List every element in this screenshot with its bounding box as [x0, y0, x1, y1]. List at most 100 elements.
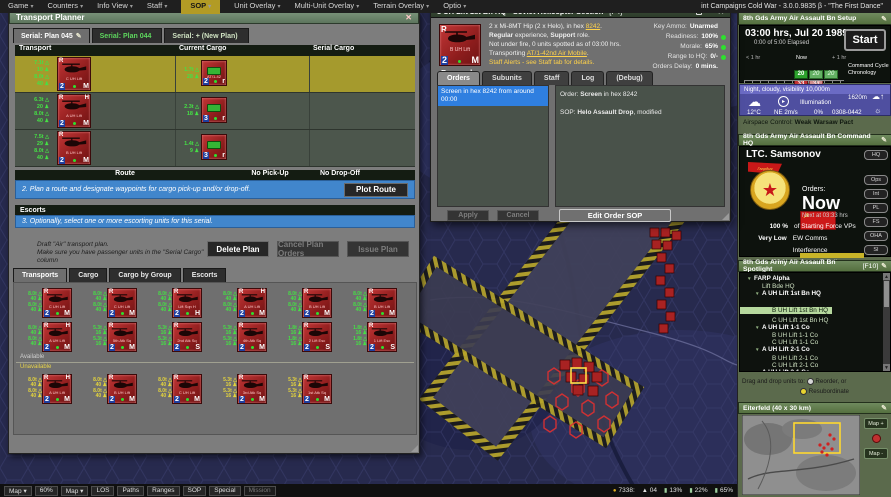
tree-item[interactable]: ▾FARP Alpha	[740, 275, 890, 283]
dialog-tab[interactable]: Subunits	[482, 71, 532, 85]
unit-counter-cell[interactable]: 8.0t △ 40 ♟ 8.0t △ 40 ♟ R C UH Lift 2M	[83, 286, 148, 319]
resize-grip[interactable]	[411, 445, 418, 452]
minimap[interactable]	[742, 415, 860, 495]
recenter-icon[interactable]	[872, 434, 881, 443]
edit-icon[interactable]: ✎	[881, 136, 887, 144]
serial-tab[interactable]: Serial: Plan 044	[92, 28, 163, 43]
table-row[interactable]: 7.1t △ 10 ♟ 8.0t △ 40 ♟ R C UH Lift 2M 1…	[15, 56, 415, 93]
cargo-counter[interactable]: 3r	[201, 97, 227, 123]
plot-route-button[interactable]: Plot Route	[344, 183, 408, 197]
staff-button[interactable]: Int	[864, 189, 888, 199]
dialog-tab[interactable]: Staff	[534, 71, 570, 85]
tree-item[interactable]: C UH Lift 1st Bn HQ	[740, 317, 890, 324]
status-toggle-button[interactable]: Special	[209, 486, 240, 496]
status-toggle-button[interactable]: Map ▾	[4, 486, 32, 496]
status-toggle-button[interactable]: Mission	[244, 486, 276, 496]
unit-counter[interactable]: R B UH Lift 2M	[57, 131, 91, 165]
tree-item[interactable]: C UH Lift 1-1 Co	[740, 339, 890, 346]
pool-tab[interactable]: Cargo by Group	[109, 268, 180, 282]
unit-counter-cell[interactable]: 8.0t △ 40 ♟ 8.0t △ 40 ♟ R C UH Lift 2M	[148, 372, 213, 405]
edit-icon[interactable]: ✎	[881, 262, 887, 270]
staff-button[interactable]: Ops	[864, 175, 888, 185]
unit-counter-cell[interactable]: 8.0t △ 40 ♟ 8.0t △ 40 ♟ RH A UH Lift 2M	[213, 286, 278, 319]
table-row[interactable]: 6.3t △ 20 ♟ 8.0t △ 40 ♟ RH A UH Lift 2M …	[15, 93, 415, 130]
tree-item[interactable]: C UH Lift 2-1 Co	[740, 362, 890, 369]
unit-counter[interactable]: R C UH Lift 2M	[57, 57, 91, 91]
cargo-counter[interactable]: AT/1-42 2r	[201, 60, 227, 86]
menu-item[interactable]: Terrain Overlay ▾	[373, 0, 429, 14]
unit-counter-cell[interactable]: 5.3t △ 16 ♟ 5.3t △ 16 ♟ R 5th Atk Sq 2M	[83, 320, 148, 353]
hq-button[interactable]: HQ	[864, 150, 888, 160]
unit-counter-cell[interactable]: 5.3t △ 16 ♟ 5.3t △ 16 ♟ R 4th Atk Sq 2M	[213, 320, 278, 353]
status-toggle-button[interactable]: SOP	[183, 486, 207, 496]
unit-counter-cell[interactable]: 8.0t △ 40 ♟ 8.0t △ 40 ♟ RH A UH Lift 2M	[18, 320, 83, 353]
close-icon[interactable]: ✕	[405, 13, 412, 22]
menu-item[interactable]: Info View ▾	[97, 0, 133, 14]
hex-link[interactable]: 8242	[586, 23, 600, 30]
tree-item[interactable]: ▾A UH Lift 3-1 Co	[740, 369, 890, 372]
tree-item[interactable]: B UH Lift 1-1 Co	[740, 332, 890, 339]
status-toggle-button[interactable]: Ranges	[147, 486, 179, 496]
staff-button[interactable]: SI	[864, 245, 888, 255]
order-list[interactable]: Screen in hex 8242 from around 00:00	[437, 85, 549, 207]
pool-tab[interactable]: Transports	[13, 268, 67, 282]
edit-icon[interactable]: ✎	[881, 15, 887, 23]
status-toggle-button[interactable]: LOS	[91, 486, 114, 496]
tree-scrollbar[interactable]: ▲ ▼	[883, 273, 890, 371]
tree-item[interactable]: B UH Lift 2-1 Co	[740, 355, 890, 362]
cargo-counter[interactable]: 3r	[201, 134, 227, 160]
unit-counter-cell[interactable]: 5.3t △ 16 ♟ 5.3t △ 16 ♟ R 3rd Atk Sq 2M	[213, 372, 278, 405]
edit-icon[interactable]: ✎	[881, 404, 887, 412]
tree-item[interactable]: ▾A UH Lift 2-1 Co	[740, 346, 890, 354]
pool-tab[interactable]: Cargo	[69, 268, 107, 282]
staff-button[interactable]: PL	[864, 203, 888, 213]
serial-tab[interactable]: Serial: Plan 045✎	[13, 28, 90, 43]
plan-action-button[interactable]: Delete Plan	[207, 241, 269, 257]
apply-button[interactable]: Apply	[447, 210, 489, 221]
dialog-unit-counter[interactable]: R B UH Lift 2M	[439, 24, 481, 66]
weather-panel[interactable]: Night, cloudy, visibility 10,000m ☁ ▸ Il…	[739, 84, 891, 116]
menu-item[interactable]: Counters ▾	[48, 0, 84, 14]
map-zoom-out-button[interactable]: Map -	[864, 448, 888, 459]
order-list-item-selected[interactable]: Screen in hex 8242 from around 00:00	[438, 86, 548, 106]
dialog-tab[interactable]: Orders	[437, 71, 480, 85]
plan-action-button[interactable]: Issue Plan	[347, 241, 409, 257]
plan-action-button[interactable]: Cancel Plan Orders	[277, 241, 339, 257]
unit-counter[interactable]: RH A UH Lift 2M	[57, 94, 91, 128]
unit-counter-cell[interactable]: 8.0t △ 40 ♟ 8.0t △ 40 ♟ RH A UH Lift 2M	[18, 372, 83, 405]
start-button[interactable]: Start	[844, 29, 886, 51]
pool-tab[interactable]: Escorts	[183, 268, 227, 282]
status-toggle-button[interactable]: Paths	[117, 486, 144, 496]
unit-counter-cell[interactable]: 1.8t △ 16 ♟ 1.8t △ 16 ♟ R 1 Lift Esc 2S	[343, 320, 408, 353]
menu-item[interactable]: Unit Overlay ▾	[234, 0, 280, 14]
unit-counter-cell[interactable]: 8.0t △ 40 ♟ 8.0t △ 40 ♟ R C UH Lift 2M	[18, 286, 83, 319]
menu-item[interactable]: SOP ▾	[181, 0, 220, 14]
unit-counter-cell[interactable]: 8.0t △ 40 ♟ 8.0t △ 40 ♟ R B UH Lift 2M	[83, 372, 148, 405]
serial-tab[interactable]: Serial: + (New Plan)	[164, 28, 248, 43]
tree-item[interactable]: Lift Bde HQ	[740, 283, 890, 290]
staff-button[interactable]: FS	[864, 217, 888, 227]
menu-item[interactable]: Optio ▾	[443, 0, 466, 14]
cancel-button[interactable]: Cancel	[497, 210, 539, 221]
resize-grip[interactable]	[722, 213, 729, 220]
map-zoom-in-button[interactable]: Map +	[864, 418, 888, 429]
tree-item[interactable]: ▾A UH Lift 1-1 Co	[740, 324, 890, 332]
unit-counter-cell[interactable]: 1.8t △ 16 ♟ 1.8t △ 16 ♟ R 2 Lift Esc 2S	[278, 320, 343, 353]
status-toggle-button[interactable]: 60%	[35, 486, 58, 496]
menu-item[interactable]: Staff ▾	[147, 0, 167, 14]
dialog-tab[interactable]: Log	[571, 71, 604, 85]
staff-button[interactable]: OHA	[864, 231, 888, 241]
status-toggle-button[interactable]: Map ▾	[61, 486, 89, 496]
edit-order-sop-button[interactable]: Edit Order SOP	[559, 209, 671, 222]
unit-counter-cell[interactable]: 8.0t △ 40 ♟ 8.0t △ 40 ♟ R B UH Lift 2M	[343, 286, 408, 319]
tree-item[interactable]: B UH Lift 1st Bn HQ	[740, 307, 832, 314]
menu-item[interactable]: Game ▾	[8, 0, 34, 14]
resubordinate-radio[interactable]	[800, 388, 807, 395]
unit-counter-cell[interactable]: 8.0t △ 40 ♟ 8.0t △ 40 ♟ R Lift Sqn H 2H	[148, 286, 213, 319]
table-row[interactable]: 7.5t △ 29 ♟ 8.0t △ 40 ♟ R B UH Lift 2M 1…	[15, 130, 415, 167]
unit-counter-cell[interactable]: 8.0t △ 40 ♟ 8.0t △ 40 ♟ R B UH Lift 2M	[278, 286, 343, 319]
tree-item[interactable]: ▾A UH Lift 1st Bn HQ	[740, 290, 890, 298]
dialog-tab[interactable]: (Debug)	[606, 71, 652, 85]
menu-item[interactable]: Multi-Unit Overlay ▾	[295, 0, 360, 14]
cargo-link[interactable]: AT/1-42nd Air Mobile	[527, 50, 587, 57]
